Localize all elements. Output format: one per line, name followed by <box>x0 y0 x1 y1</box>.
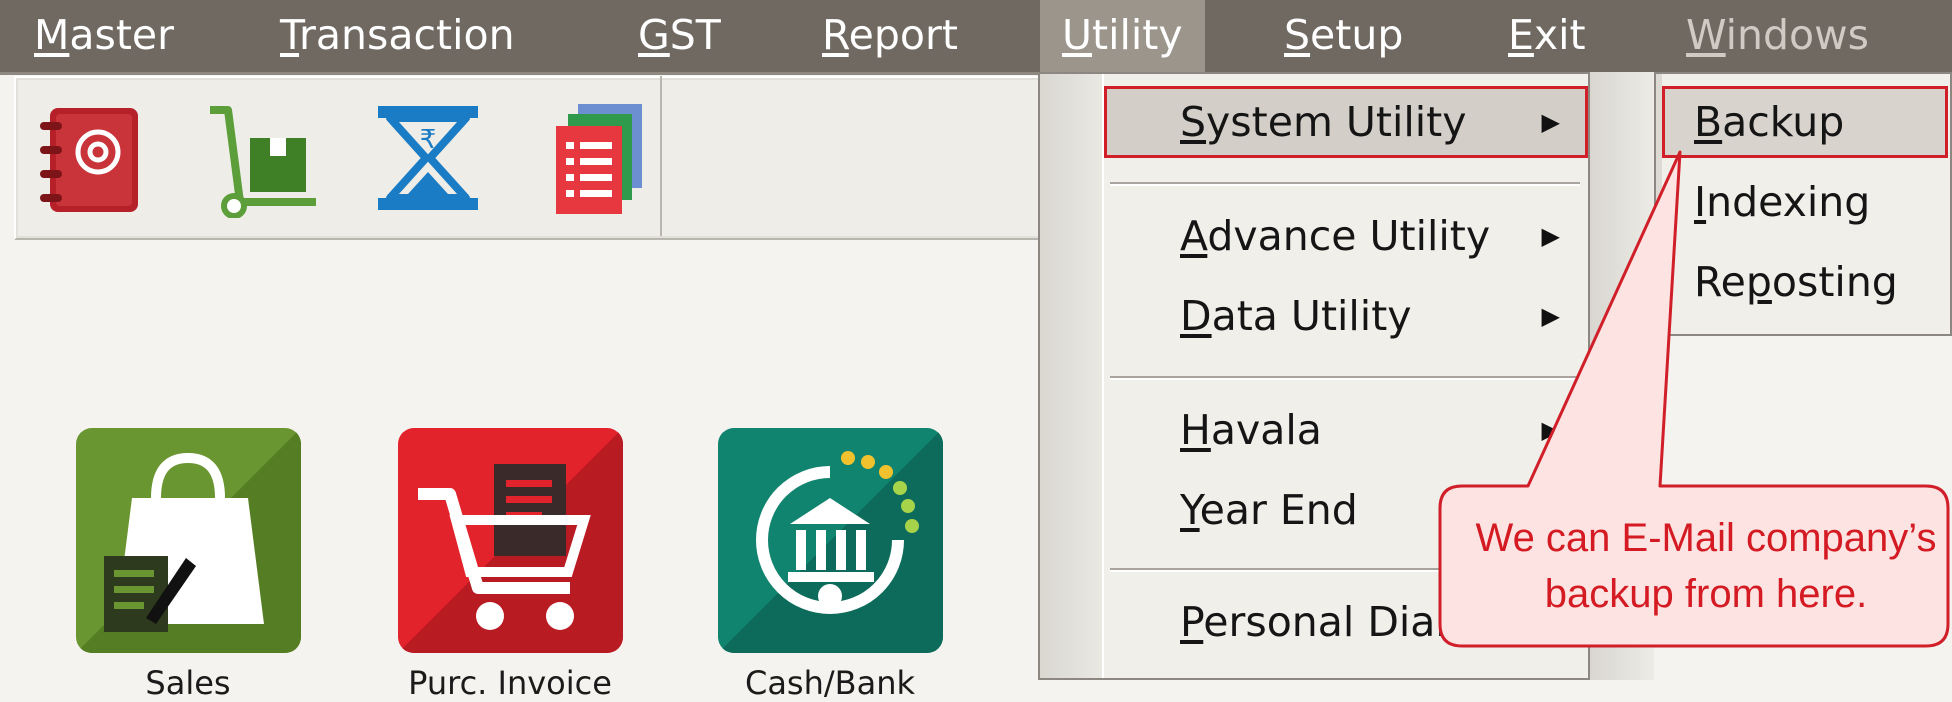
address-book-icon[interactable] <box>32 98 152 218</box>
dropdown-gutter <box>1040 74 1104 678</box>
callout-line-2: backup from here. <box>1544 572 1868 616</box>
bank-icon <box>718 428 943 653</box>
year-end-label: ear End <box>1199 486 1358 534</box>
advance-utility-label: dvance Utility <box>1207 212 1491 260</box>
menu-transaction[interactable]: Transaction <box>280 0 515 72</box>
menu-report-mnemonic: R <box>822 11 849 59</box>
reposting-mnemonic: p <box>1745 258 1772 306</box>
reposting-prefix: Re <box>1694 258 1746 306</box>
menu-separator <box>1110 376 1580 380</box>
personal-diary-mnemonic: P <box>1180 598 1204 646</box>
menu-transaction-mnemonic: T <box>280 11 300 59</box>
year-end-mnemonic: Y <box>1180 486 1200 534</box>
cash-bank-label: Cash/Bank <box>744 664 916 702</box>
submenu-arrow-icon: ▶ <box>1541 222 1560 250</box>
personal-diary-label: ersonal Diary <box>1203 598 1477 646</box>
menu-gst[interactable]: GST <box>638 0 721 72</box>
toolbar <box>14 76 1044 240</box>
menu-exit[interactable]: Exit <box>1508 0 1586 72</box>
trolley-box-icon[interactable] <box>200 98 320 218</box>
callout-line-1: We can E-Mail company’s <box>1475 516 1937 560</box>
menu-windows[interactable]: Windows <box>1686 0 1869 72</box>
system-utility-submenu: Backup Indexing Reposting <box>1654 72 1952 336</box>
menu-bar: Master Transaction GST Report Utility Se… <box>0 0 1952 75</box>
menu-utility-mnemonic: U <box>1062 11 1093 59</box>
submenu-item-backup[interactable]: Backup <box>1662 86 1948 158</box>
menu-setup[interactable]: Setup <box>1284 0 1403 72</box>
callout-text: We can E-Mail company’s backup from here… <box>1446 510 1952 622</box>
advance-utility-mnemonic: A <box>1180 212 1208 260</box>
system-utility-mnemonic: S <box>1180 98 1207 146</box>
submenu-arrow-icon: ▶ <box>1541 416 1560 444</box>
data-utility-label: ata Utility <box>1211 292 1412 340</box>
submenu-arrow-icon: ▶ <box>1541 108 1560 136</box>
menu-item-advance-utility[interactable]: Advance Utility ▶ <box>1104 200 1588 272</box>
cart-invoice-icon <box>398 428 623 653</box>
menu-utility-label: tility <box>1092 11 1183 59</box>
menu-setup-mnemonic: S <box>1284 11 1311 59</box>
backup-label: ackup <box>1722 98 1845 146</box>
menu-item-data-utility[interactable]: Data Utility ▶ <box>1104 280 1588 352</box>
havala-label: avala <box>1210 406 1322 454</box>
menu-master-label: aster <box>69 11 175 59</box>
havala-mnemonic: H <box>1180 406 1211 454</box>
purc-invoice-tile[interactable] <box>398 428 623 653</box>
menu-gst-mnemonic: G <box>638 11 670 59</box>
menu-exit-label: xit <box>1533 11 1586 59</box>
menu-windows-mnemonic: W <box>1686 11 1726 59</box>
toolbar-separator <box>660 76 662 236</box>
menu-item-havala[interactable]: Havala ▶ <box>1104 394 1588 466</box>
shopping-bag-icon <box>76 428 301 653</box>
submenu-arrow-icon: ▶ <box>1541 302 1560 330</box>
cash-bank-tile[interactable] <box>718 428 943 653</box>
indexing-mnemonic: I <box>1694 178 1707 226</box>
reposting-label: osting <box>1771 258 1898 306</box>
menu-report-label: eport <box>848 11 958 59</box>
sales-tile[interactable] <box>76 428 301 653</box>
sales-label: Sales <box>145 664 231 702</box>
menu-exit-mnemonic: E <box>1508 11 1534 59</box>
svg-text:₹: ₹ <box>420 125 437 155</box>
purc-invoice-label: Purc. Invoice <box>408 664 612 702</box>
menu-transaction-label: ransaction <box>299 11 515 59</box>
system-utility-label: ystem Utility <box>1206 98 1467 146</box>
menu-setup-label: etup <box>1310 11 1404 59</box>
rupee-hourglass-icon[interactable]: ₹ <box>368 98 488 218</box>
documents-stack-icon[interactable] <box>536 98 656 218</box>
submenu-item-indexing[interactable]: Indexing <box>1662 166 1948 238</box>
menu-separator <box>1110 182 1580 186</box>
menu-master-mnemonic: M <box>34 11 70 59</box>
menu-item-system-utility[interactable]: System Utility ▶ <box>1104 86 1588 158</box>
menu-utility[interactable]: Utility <box>1040 0 1205 72</box>
menu-master[interactable]: Master <box>34 0 174 72</box>
backup-mnemonic: B <box>1694 98 1723 146</box>
menu-windows-label: indows <box>1725 11 1870 59</box>
menu-report[interactable]: Report <box>822 0 958 72</box>
menu-gst-label: ST <box>669 11 721 59</box>
submenu-item-reposting[interactable]: Reposting <box>1662 246 1948 318</box>
data-utility-mnemonic: D <box>1180 292 1212 340</box>
indexing-label: ndexing <box>1706 178 1871 226</box>
